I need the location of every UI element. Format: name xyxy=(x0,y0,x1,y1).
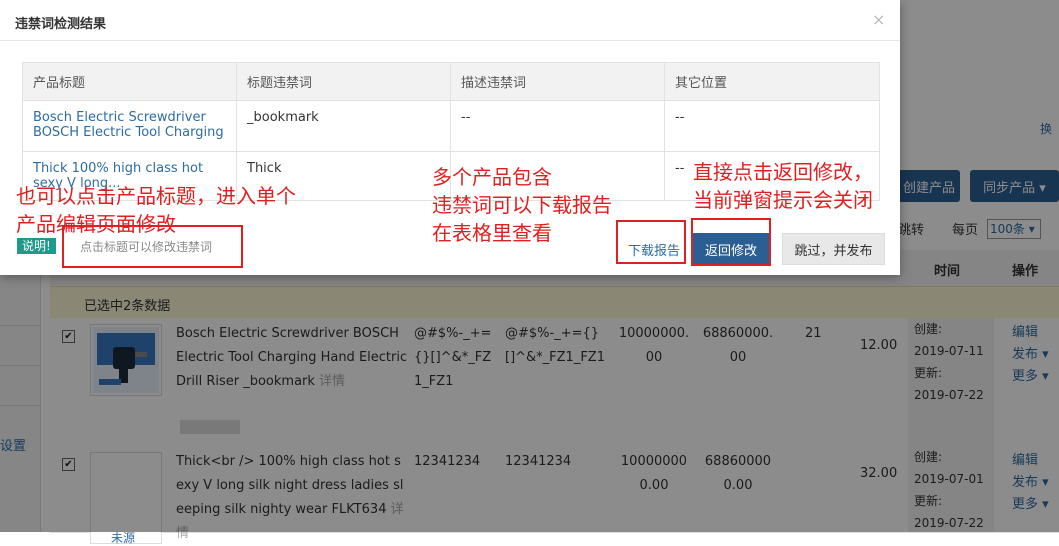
annotation-mid: 多个产品包含 违禁词可以下载报告 在表格里查看 xyxy=(432,163,612,247)
annotation-right-line1: 直接点击返回修改， xyxy=(693,160,873,184)
annotation-box-download xyxy=(616,220,686,264)
annotation-mid-line2: 违禁词可以下载报告 xyxy=(432,193,612,217)
table-row: Bosch Electric Screwdriver BOSCH Electri… xyxy=(22,100,880,152)
dialog-header-divider xyxy=(0,40,900,41)
annotation-left-line1: 也可以点击产品标题，进入单个 xyxy=(16,184,296,208)
th-product-title: 产品标题 xyxy=(22,62,237,101)
skip-publish-button[interactable]: 跳过，并发布 xyxy=(782,233,885,265)
other-cell: -- xyxy=(664,100,880,152)
annotation-box-note xyxy=(62,225,243,268)
desc-words-cell: -- xyxy=(450,100,665,152)
th-title-words: 标题违禁词 xyxy=(236,62,451,101)
dialog-title: 违禁词检测结果 xyxy=(15,17,107,32)
title-words-cell: _bookmark xyxy=(236,100,451,152)
result-table-header: 产品标题 标题违禁词 描述违禁词 其它位置 xyxy=(22,62,880,101)
product-title-text: Bosch Electric Screwdriver BOSCH Electri… xyxy=(33,110,224,140)
annotation-mid-line3: 在表格里查看 xyxy=(432,221,552,245)
close-icon[interactable]: × xyxy=(872,10,885,29)
product-title-link[interactable]: Bosch Electric Screwdriver BOSCH Electri… xyxy=(22,100,237,152)
annotation-mid-line1: 多个产品包含 xyxy=(432,165,552,189)
annotation-right: 直接点击返回修改， 当前弹窗提示会关闭 xyxy=(693,158,873,214)
annotation-box-return xyxy=(691,218,771,266)
th-other: 其它位置 xyxy=(664,62,880,101)
annotation-right-line2: 当前弹窗提示会关闭 xyxy=(693,188,873,212)
th-desc-words: 描述违禁词 xyxy=(450,62,665,101)
note-badge: 说明! xyxy=(17,238,56,254)
